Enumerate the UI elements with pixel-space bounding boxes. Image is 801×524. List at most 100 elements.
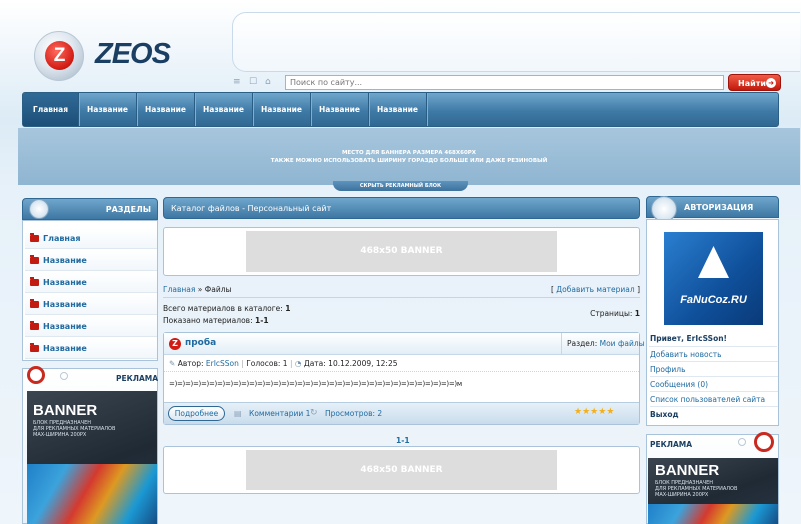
target-icon [27,366,45,384]
logo-z-icon: Z [169,338,181,350]
logo-z-icon: Z [45,41,74,70]
ad-title: BANNER [655,462,720,479]
nav-item-3[interactable]: Название [195,93,253,126]
pagination[interactable]: 1-1 [396,436,410,445]
top-ad-band [18,128,800,185]
users-list-link[interactable]: Список пользователей сайта [650,392,778,407]
cone-icon [698,246,729,278]
rss-icon[interactable]: ≡ [233,77,241,87]
messages-link[interactable]: Сообщения (0) [650,377,778,392]
total-materials: Всего материалов в каталоге: 1 [163,304,290,313]
refresh-icon: ↻ [310,408,318,418]
folder-icon [30,321,39,330]
nav-item-1[interactable]: Название [79,93,137,126]
views-count: Просмотров: 2 [325,409,383,418]
header-panel [232,12,800,72]
left-ad-banner[interactable]: BANNER БЛОК ПРЕДНАЗНАЧЕН ДЛЯ РЕКЛАМНЫХ М… [27,391,157,524]
shown-label: Показано материалов: [163,316,255,325]
sidebar-item-4[interactable]: Название [25,294,157,315]
bookmark-icon[interactable]: ☐ [249,77,257,87]
sidebar-item-3[interactable]: Название [25,272,157,293]
rating-stars[interactable]: ★★★★★ [574,407,614,417]
sidebar-item-label: Главная [43,234,81,243]
sidebar-item-label: Название [43,322,87,331]
folder-icon [30,299,39,308]
divider [163,297,640,298]
entry-body: =)=)=)=)=)=)=)=)=)=)=)=)=)=)=)=)=)=)=)=)… [169,380,462,388]
comment-icon: ▤ [234,409,242,418]
left-ad-title: РЕКЛАМА [116,374,159,383]
file-entry: Z проба Раздел: Мои файлы ✎ Автор: ErIcS… [163,332,645,425]
top-ad-line-2: ТАКЖЕ МОЖНО ИСПОЛЬЗОВАТЬ ШИРИНУ ГОРАЗДО … [270,158,548,164]
dot-icon [738,438,746,446]
search-input[interactable] [285,75,724,90]
home-icon[interactable]: ⌂ [265,77,271,87]
avatar-text: FaNuCoz.RU [680,294,747,306]
add-news-link[interactable]: Добавить новость [650,347,778,362]
star-icon: ★ [582,407,591,417]
nav-item-4[interactable]: Название [253,93,311,126]
main-nav: Главная Название Название Название Назва… [22,92,779,127]
sidebar-item-label: Название [43,256,87,265]
breadcrumb-home[interactable]: Главная [163,285,195,294]
sidebar-item-6[interactable]: Название [25,338,157,359]
arrow-right-icon: ➜ [766,78,776,88]
logo-text[interactable]: ZEOS [95,38,171,71]
nav-item-5[interactable]: Название [311,93,369,126]
section-label: Раздел: [567,339,600,348]
ad-wave-graphic [648,504,778,524]
total-label: Всего материалов в каталоге: [163,304,286,313]
star-icon: ★ [574,407,583,417]
bracket-close: ] [634,285,640,294]
search-button-label: Найти [738,79,766,88]
nav-item-2[interactable]: Название [137,93,195,126]
add-material: [ Добавить материал ] [551,285,640,294]
entry-header: Z проба Раздел: Мои файлы [164,333,645,355]
pages-value[interactable]: 1 [635,309,640,318]
avatar[interactable]: FaNuCoz.RU [664,232,763,325]
dot-icon [60,372,68,380]
banner-468-bottom[interactable]: 468x50 BANNER [246,450,557,490]
banner-468-top[interactable]: 468x50 BANNER [246,231,557,272]
votes-count: Голосов: 1 [246,359,288,368]
target-icon [754,432,774,452]
author-label: Автор: [177,359,206,368]
profile-link[interactable]: Профиль [650,362,778,377]
meta-divider [164,371,639,372]
folder-icon [30,255,39,264]
magnifier-icon [29,199,49,219]
star-icon: ★ [606,407,615,417]
nav-item-6[interactable]: Название [369,93,427,126]
catalog-header: Каталог файлов - Персональный сайт [163,197,640,219]
sidebar-item-label: Название [43,344,87,353]
entry-footer: Подробнее ▤ Комментарии 1 ↻ Просмотров: … [164,402,639,424]
more-button[interactable]: Подробнее [168,406,225,421]
right-ad-banner[interactable]: BANNER БЛОК ПРЕДНАЗНАЧЕН ДЛЯ РЕКЛАМНЫХ М… [648,458,778,524]
total-value: 1 [285,304,291,313]
add-material-link[interactable]: Добавить материал [556,285,634,294]
search-button[interactable]: Найти ➜ [728,74,781,91]
sidebar-item-5[interactable]: Название [25,316,157,337]
section-link[interactable]: Мои файлы [600,339,645,348]
entry-title[interactable]: проба [185,338,216,348]
entry-section: Раздел: Мои файлы [561,333,645,354]
right-ad-title: РЕКЛАМА [650,440,693,449]
folder-icon [30,233,39,242]
ad-sub-3: MAX-ШИРИНА 200PX [655,492,709,498]
entry-meta: ✎ Автор: ErIcSSon | Голосов: 1 | ◔ Дата:… [169,359,398,368]
sidebar-item-label: Название [43,300,87,309]
author-link[interactable]: ErIcSSon [206,359,239,368]
greeting: Привет, ErIcSSon! [650,334,727,343]
nav-item-home[interactable]: Главная [23,93,79,126]
logout-link[interactable]: Выход [650,407,778,422]
hide-ad-button[interactable]: СКРЫТЬ РЕКЛАМНЫЙ БЛОК [333,181,468,191]
sidebar-item-2[interactable]: Название [25,250,157,271]
folder-icon [30,343,39,352]
pages-info: Страницы: 1 [590,309,640,318]
breadcrumb: Главная » Файлы [163,285,231,294]
shown-value: 1-1 [255,316,269,325]
sidebar-item-home[interactable]: Главная [25,228,157,249]
comments-link[interactable]: Комментарии 1 [249,409,310,418]
folder-icon [30,277,39,286]
breadcrumb-current: Файлы [204,285,232,294]
